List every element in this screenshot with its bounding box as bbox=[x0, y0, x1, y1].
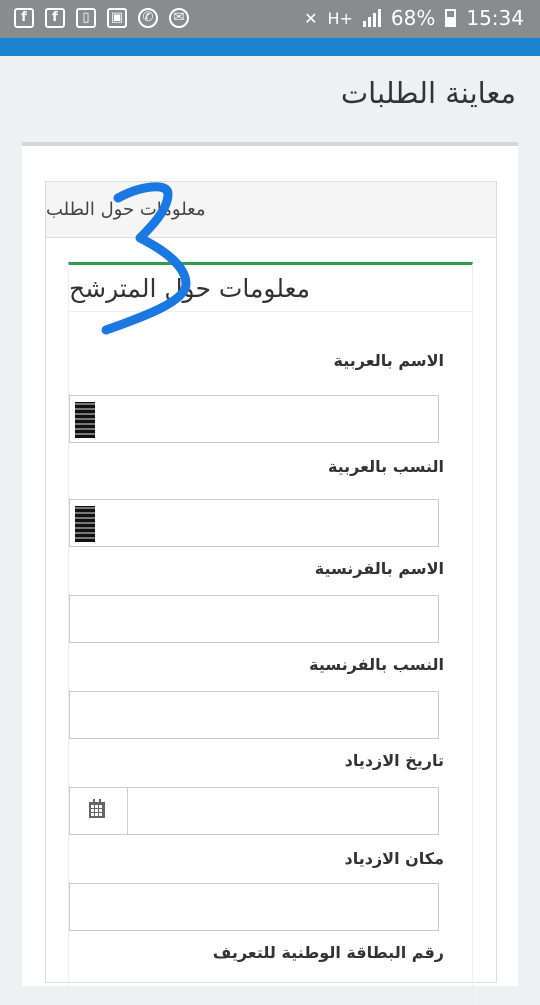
birth-place-input[interactable] bbox=[69, 883, 439, 931]
system-indicators: ✕ H+ 68% 15:34 bbox=[304, 6, 524, 30]
battery-percent: 68% bbox=[390, 6, 436, 30]
birth-date-label: تاريخ الازدياد bbox=[344, 751, 444, 770]
request-info-box: معلومات حول الطلب معلومات حول المترشح ال… bbox=[45, 181, 497, 1005]
calendar-button[interactable] bbox=[70, 788, 128, 834]
request-info-title: معلومات حول الطلب bbox=[46, 199, 206, 220]
page-header: معاينة الطلبات bbox=[0, 56, 540, 142]
notification-icons: f f ▯ ▣ ✆ ✉ bbox=[14, 8, 189, 28]
clock: 15:34 bbox=[466, 6, 524, 30]
network-type: H+ bbox=[327, 8, 353, 28]
main-panel: معلومات حول الطلب معلومات حول المترشح ال… bbox=[22, 142, 518, 1005]
calendar-icon bbox=[89, 799, 105, 818]
arabic-first-name-label: الاسم بالعربية bbox=[333, 351, 445, 370]
store-icon: ▯ bbox=[76, 8, 96, 28]
mute-icon: ✕ bbox=[304, 8, 318, 28]
candidate-info-box: معلومات حول المترشح الاسم بالعربية النسب… bbox=[68, 262, 473, 1005]
app-navbar bbox=[0, 38, 540, 56]
status-bar: f f ▯ ▣ ✆ ✉ ✕ H+ 68% 15:34 bbox=[0, 0, 540, 38]
request-info-header: معلومات حول الطلب bbox=[46, 182, 496, 238]
redacted-value bbox=[75, 402, 95, 438]
arabic-last-name-label: النسب بالعربية bbox=[327, 457, 444, 476]
national-id-label: رقم البطاقة الوطنية للتعريف bbox=[212, 943, 444, 962]
battery-icon bbox=[445, 9, 457, 27]
page-title: معاينة الطلبات bbox=[340, 76, 516, 110]
french-last-name-input[interactable] bbox=[69, 691, 439, 739]
gallery-icon: ▣ bbox=[107, 8, 127, 28]
french-last-name-label: النسب بالفرنسية bbox=[309, 655, 444, 674]
arabic-last-name-input[interactable] bbox=[69, 499, 439, 547]
signal-icon bbox=[362, 9, 381, 27]
redacted-value bbox=[75, 506, 95, 542]
birth-place-label: مكان الازدياد bbox=[344, 849, 445, 868]
whatsapp-icon: ✆ bbox=[138, 8, 158, 28]
french-first-name-input[interactable] bbox=[69, 595, 439, 643]
candidate-info-title: معلومات حول المترشح bbox=[69, 265, 472, 312]
arabic-first-name-input[interactable] bbox=[69, 395, 439, 443]
french-first-name-label: الاسم بالفرنسية bbox=[314, 559, 444, 578]
birth-date-input[interactable] bbox=[69, 787, 439, 835]
facebook-icon: f bbox=[45, 8, 65, 28]
messenger-icon: ✉ bbox=[169, 8, 189, 28]
facebook-icon: f bbox=[14, 8, 34, 28]
